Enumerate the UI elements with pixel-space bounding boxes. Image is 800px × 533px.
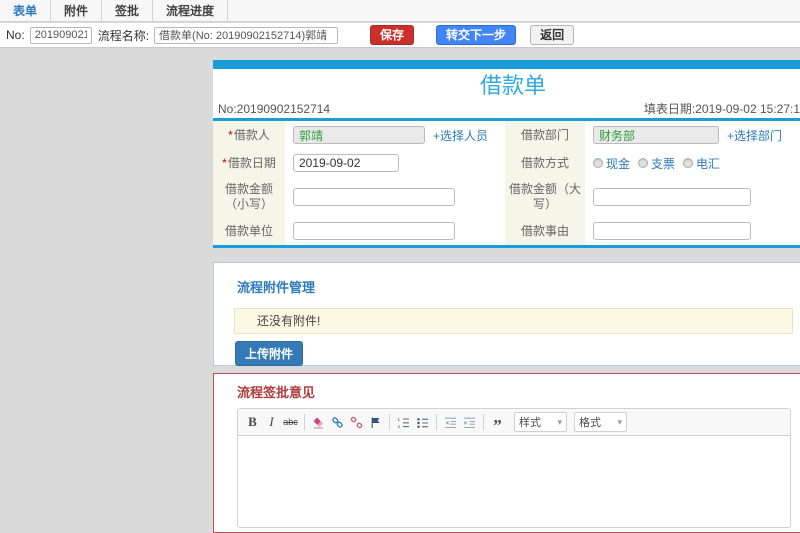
loan-form-panel: 借款单 No:20190902152714 填表日期:2019-09-02 15… <box>213 60 800 248</box>
outdent-icon[interactable] <box>441 413 460 432</box>
form-meta-row: No:20190902152714 填表日期:2019-09-02 15:27:… <box>213 100 800 118</box>
save-button[interactable]: 保存 <box>370 25 415 45</box>
tab-approval[interactable]: 签批 <box>102 0 154 21</box>
attachment-section-title: 流程附件管理 <box>237 280 316 295</box>
approval-section: 流程签批意见 B I abc 1 2 ” 样式 ▾ 格式 ▾ <box>213 373 800 533</box>
amount-upper-input[interactable] <box>593 188 751 206</box>
amount-lower-input[interactable] <box>293 188 455 206</box>
radio-wire-transfer[interactable]: 电汇 <box>683 155 720 172</box>
numbered-list-icon[interactable]: 1 2 <box>394 413 413 432</box>
bold-icon[interactable]: B <box>243 413 262 432</box>
borrower-input[interactable] <box>293 126 425 144</box>
blockquote-icon[interactable]: ” <box>488 413 507 434</box>
indent-icon[interactable] <box>460 413 479 432</box>
no-label: No: <box>6 28 25 42</box>
tab-process-progress[interactable]: 流程进度 <box>153 0 229 21</box>
radio-cash[interactable]: 现金 <box>593 155 630 172</box>
select-department-link[interactable]: +选择部门 <box>727 127 782 144</box>
attachment-section: 流程附件管理 还没有附件! 上传附件 <box>213 262 800 366</box>
select-person-link[interactable]: +选择人员 <box>433 127 488 144</box>
italic-icon[interactable]: I <box>262 413 281 432</box>
bulleted-list-icon[interactable] <box>413 413 432 432</box>
toolbar-separator <box>304 414 305 430</box>
command-bar: No: 流程名称: 保存 转交下一步 返回 <box>0 23 800 48</box>
department-label: 借款部门 <box>520 127 569 142</box>
svg-text:2: 2 <box>398 424 401 429</box>
loan-unit-input[interactable] <box>293 222 455 240</box>
next-step-button[interactable]: 转交下一步 <box>436 25 517 45</box>
chevron-down-icon: ▾ <box>617 416 622 427</box>
tab-attachments[interactable]: 附件 <box>51 0 103 21</box>
department-input[interactable] <box>593 126 719 144</box>
unlink-icon[interactable] <box>347 413 366 432</box>
strikethrough-icon[interactable]: abc <box>281 413 300 432</box>
loan-unit-label: 借款单位 <box>224 223 273 238</box>
loan-method-label: 借款方式 <box>520 155 569 170</box>
required-mark: * <box>222 155 227 170</box>
amount-upper-label: 借款金额（大写） <box>508 182 581 211</box>
loan-date-input[interactable] <box>293 154 399 172</box>
process-name-label: 流程名称: <box>97 28 150 43</box>
back-button[interactable]: 返回 <box>530 25 575 45</box>
tab-form[interactable]: 表单 <box>0 0 52 21</box>
loan-method-radios: 现金 支票 电汇 <box>593 155 728 172</box>
upload-attachment-button[interactable]: 上传附件 <box>235 341 304 366</box>
tab-bar: 表单 附件 签批 流程进度 <box>0 0 800 22</box>
chevron-down-icon: ▾ <box>557 416 562 427</box>
styles-dropdown[interactable]: 样式 ▾ <box>514 412 567 432</box>
toolbar-separator <box>483 414 484 430</box>
loan-date-label: *借款日期 <box>222 155 276 170</box>
radio-circle-icon <box>593 158 603 168</box>
radio-cheque[interactable]: 支票 <box>638 155 675 172</box>
no-attachment-alert: 还没有附件! <box>234 308 793 334</box>
editor-content-area[interactable] <box>238 436 790 527</box>
page-title: 借款单 <box>479 73 546 98</box>
form-date-text: 填表日期:2019-09-02 15:27:1 <box>643 102 800 116</box>
no-input[interactable] <box>29 26 92 44</box>
amount-lower-label: 借款金额（小写） <box>224 182 273 211</box>
format-dropdown[interactable]: 格式 ▾ <box>574 412 627 432</box>
svg-text:1: 1 <box>398 417 401 422</box>
toolbar-separator <box>389 414 390 430</box>
process-name-input[interactable] <box>154 26 339 44</box>
fields-table: *借款人 +选择人员 借款部门 +选择部门 *借款日期 借款方式 现金 <box>213 118 800 248</box>
approval-section-title: 流程签批意见 <box>237 385 316 400</box>
required-mark: * <box>228 127 233 142</box>
anchor-flag-icon[interactable] <box>366 413 385 432</box>
editor-toolbar: B I abc 1 2 ” 样式 ▾ 格式 ▾ <box>238 409 790 436</box>
loan-reason-label: 借款事由 <box>520 223 569 238</box>
loan-reason-input[interactable] <box>593 222 751 240</box>
remove-format-icon[interactable] <box>309 413 328 432</box>
panel-top-bar <box>213 60 800 69</box>
borrower-label: *借款人 <box>228 127 270 142</box>
radio-circle-icon <box>683 158 694 168</box>
toolbar-separator <box>436 414 437 430</box>
radio-circle-icon <box>638 158 649 168</box>
rich-text-editor: B I abc 1 2 ” 样式 ▾ 格式 ▾ <box>237 408 791 528</box>
form-no-text: No:20190902152714 <box>218 102 331 116</box>
link-icon[interactable] <box>328 413 347 432</box>
